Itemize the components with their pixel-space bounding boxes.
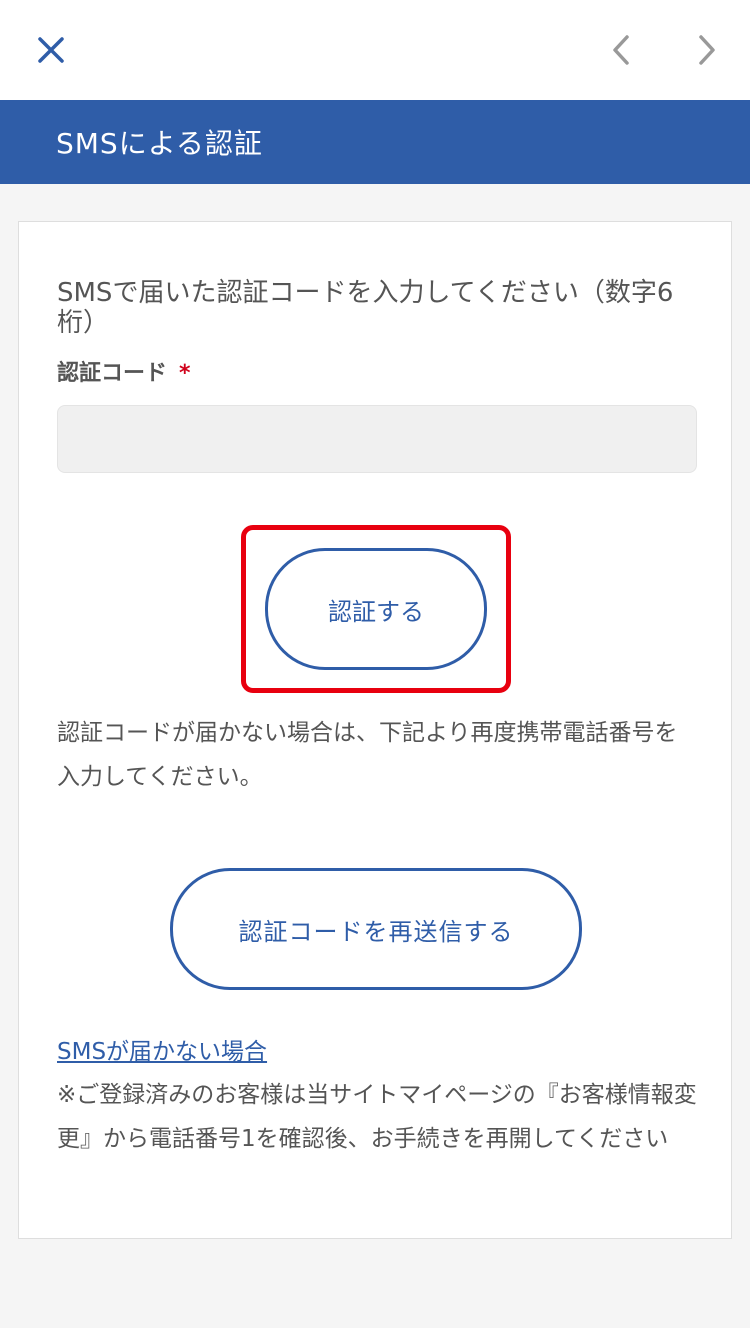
verification-card: SMSで届いた認証コードを入力してください（数字6桁） 認証コード * 認証する … xyxy=(18,221,732,1239)
verification-code-input[interactable] xyxy=(57,405,697,473)
next-button[interactable] xyxy=(682,25,732,75)
chevron-right-icon xyxy=(699,35,715,65)
top-bar xyxy=(0,0,750,100)
close-button[interactable] xyxy=(26,25,76,75)
resend-code-button[interactable]: 認証コードを再送信する xyxy=(170,868,582,990)
resend-instruction: 認証コードが届かない場合は、下記より再度携帯電話番号を入力してください。 xyxy=(57,720,678,790)
page-title: SMSによる認証 xyxy=(56,127,263,160)
code-label-text: 認証コード xyxy=(57,361,168,386)
chevron-left-icon xyxy=(613,35,629,65)
sms-not-received-link[interactable]: SMSが届かない場合 xyxy=(57,1032,267,1066)
instruction-text: SMSで届いた認証コードを入力してください（数字6桁） xyxy=(57,278,674,338)
close-icon xyxy=(38,37,64,63)
sms-note-text: ※ご登録済みのお客様は当サイトマイページの『お客様情報変更』から電話番号1を確認… xyxy=(57,1082,697,1152)
prev-button[interactable] xyxy=(596,25,646,75)
verify-button[interactable]: 認証する xyxy=(265,548,487,670)
page-header: SMSによる認証 xyxy=(0,100,750,184)
code-label: 認証コード * xyxy=(57,355,191,387)
required-mark: * xyxy=(179,361,191,386)
